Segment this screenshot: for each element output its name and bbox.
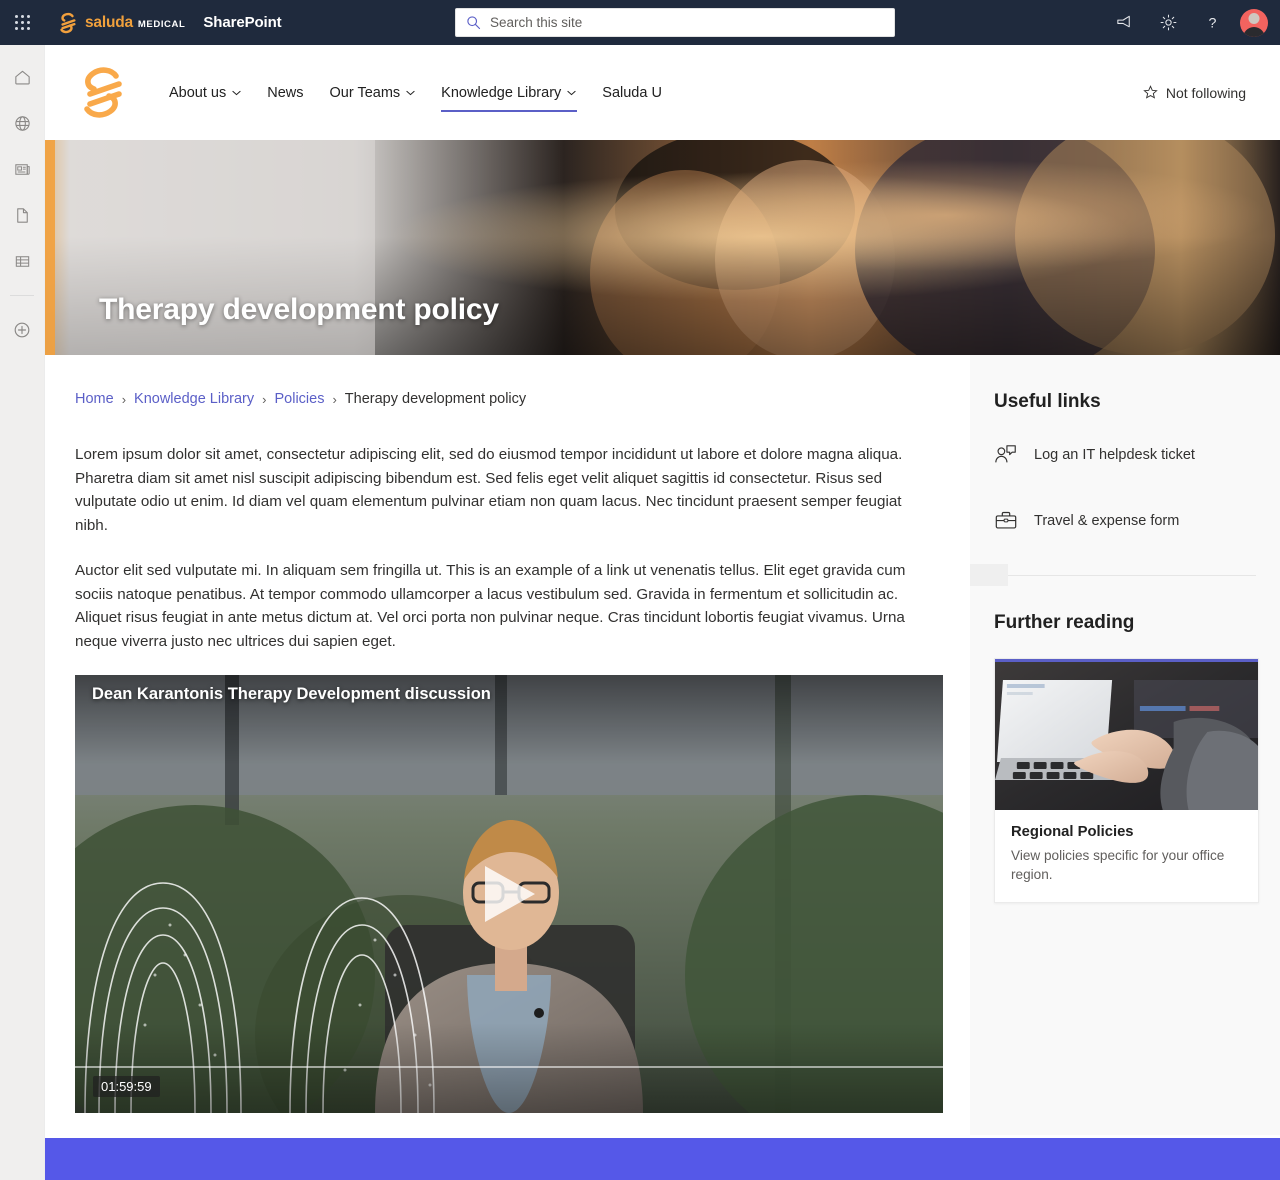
useful-link-label: Travel & expense form <box>1034 513 1180 529</box>
nav-item-label: News <box>267 84 304 101</box>
help-button[interactable]: ? <box>1190 0 1234 45</box>
left-rail <box>0 45 45 1180</box>
nav-item-label: Our Teams <box>329 84 401 101</box>
user-avatar[interactable] <box>1240 8 1268 37</box>
list-icon <box>15 255 29 267</box>
nav-item-label: Saluda U <box>602 84 662 101</box>
sidebar-item-lists[interactable] <box>6 245 38 277</box>
hero-banner: Therapy development policy <box>45 140 1280 355</box>
card-description: View policies specific for your office r… <box>1011 848 1225 882</box>
video-timestamp: 01:59:59 <box>93 1076 160 1097</box>
document-icon <box>16 207 28 223</box>
globe-icon <box>14 115 30 131</box>
saluda-brand[interactable]: saluda MEDICAL <box>56 11 185 35</box>
nav-item-saluda-u[interactable]: Saluda U <box>589 79 675 107</box>
sidebar-column: Useful links Log an IT helpdesk ticket T… <box>970 355 1280 1135</box>
video-progress-bar[interactable] <box>75 1066 943 1068</box>
card-title: Regional Policies <box>1011 824 1134 840</box>
settings-button[interactable] <box>1146 0 1190 45</box>
nav-item-knowledge-library[interactable]: Knowledge Library <box>428 79 589 112</box>
breadcrumb-item-policies[interactable]: Policies <box>274 391 324 407</box>
breadcrumb-item-knowledge-library[interactable]: Knowledge Library <box>134 391 254 407</box>
breadcrumb-item-current: Therapy development policy <box>344 391 527 407</box>
sidebar-item-news[interactable] <box>6 153 38 185</box>
useful-links-heading: Useful links <box>994 391 1101 412</box>
create-icon <box>14 322 30 338</box>
footer-band <box>45 1138 1280 1180</box>
further-reading-card[interactable]: Regional Policies View policies specific… <box>994 658 1259 903</box>
sidebar-item-create[interactable] <box>6 314 38 346</box>
search-icon <box>467 16 481 30</box>
suite-bar: saluda MEDICAL SharePoint ? <box>0 0 1280 45</box>
brand-name-medical: MEDICAL <box>137 18 186 30</box>
nav-item-label: About us <box>169 84 227 101</box>
card-body: Regional Policies View policies specific… <box>995 810 1258 902</box>
breadcrumb-separator: › <box>332 391 337 407</box>
card-image <box>995 662 1258 810</box>
useful-link-label: Log an IT helpdesk ticket <box>1034 447 1195 463</box>
svg-text:?: ? <box>1208 15 1216 31</box>
waffle-icon <box>14 15 30 30</box>
play-button[interactable] <box>477 861 541 927</box>
help-icon: ? <box>1208 15 1216 31</box>
further-reading-heading: Further reading <box>994 612 1135 633</box>
nav-item-about-us[interactable]: About us <box>156 79 254 107</box>
main-column: Home › Knowledge Library › Policies › Th… <box>45 355 970 1125</box>
sidebar-item-globe[interactable] <box>6 107 38 139</box>
person-chat-icon <box>995 445 1016 463</box>
briefcase-icon <box>995 511 1017 529</box>
search-container[interactable] <box>455 8 895 37</box>
brand-name-saluda: saluda <box>85 13 133 31</box>
gear-icon <box>1160 14 1176 31</box>
saluda-logo-icon <box>60 12 76 33</box>
breadcrumb-separator: › <box>121 391 127 407</box>
app-name[interactable]: SharePoint <box>203 14 281 31</box>
sidebar-item-home[interactable] <box>6 61 38 93</box>
saluda-s-logo[interactable] <box>76 64 128 122</box>
megaphone-button[interactable] <box>1102 0 1146 45</box>
page-canvas: About us News Our Teams Knowledge Librar… <box>45 45 1280 1180</box>
breadcrumb-separator: › <box>262 391 267 407</box>
article-paragraph: Lorem ipsum dolor sit amet, consectetur … <box>75 446 903 534</box>
breadcrumb: Home › Knowledge Library › Policies › Th… <box>75 391 940 407</box>
useful-link-travel-expense[interactable]: Travel & expense form <box>994 509 1256 533</box>
sidebar-divider <box>970 564 1256 586</box>
video-player[interactable]: Dean Karantonis Therapy Development disc… <box>75 675 943 1113</box>
article-paragraph: Auctor elit sed vulputate mi. In aliquam… <box>75 562 906 650</box>
megaphone-icon <box>1116 15 1130 28</box>
breadcrumb-item-home[interactable]: Home <box>75 391 114 407</box>
suite-actions: ? <box>1102 0 1272 45</box>
useful-link-helpdesk[interactable]: Log an IT helpdesk ticket <box>994 443 1256 467</box>
page-body: Home › Knowledge Library › Policies › Th… <box>45 355 1280 1135</box>
star-icon <box>1143 85 1158 99</box>
site-navigation: About us News Our Teams Knowledge Librar… <box>45 45 1280 140</box>
avatar-body <box>1243 26 1265 37</box>
avatar-head <box>1248 12 1260 24</box>
chevron-down-icon <box>232 90 241 95</box>
home-icon <box>14 70 30 85</box>
rail-divider <box>10 295 34 296</box>
chevron-down-icon <box>567 90 576 95</box>
follow-button[interactable]: Not following <box>1143 85 1246 101</box>
page-title: Therapy development policy <box>99 293 499 326</box>
news-icon <box>14 163 30 175</box>
nav-item-label: Knowledge Library <box>441 84 562 101</box>
sidebar-item-files[interactable] <box>6 199 38 231</box>
app-launcher-button[interactable] <box>0 0 44 45</box>
search-input[interactable] <box>490 15 884 30</box>
nav-links: About us News Our Teams Knowledge Librar… <box>156 79 675 112</box>
laptop-photo <box>995 662 1258 810</box>
follow-label: Not following <box>1165 84 1246 101</box>
nav-item-news[interactable]: News <box>254 79 316 107</box>
nav-item-our-teams[interactable]: Our Teams <box>317 79 429 107</box>
chevron-down-icon <box>406 90 415 95</box>
video-title: Dean Karantonis Therapy Development disc… <box>92 685 491 703</box>
